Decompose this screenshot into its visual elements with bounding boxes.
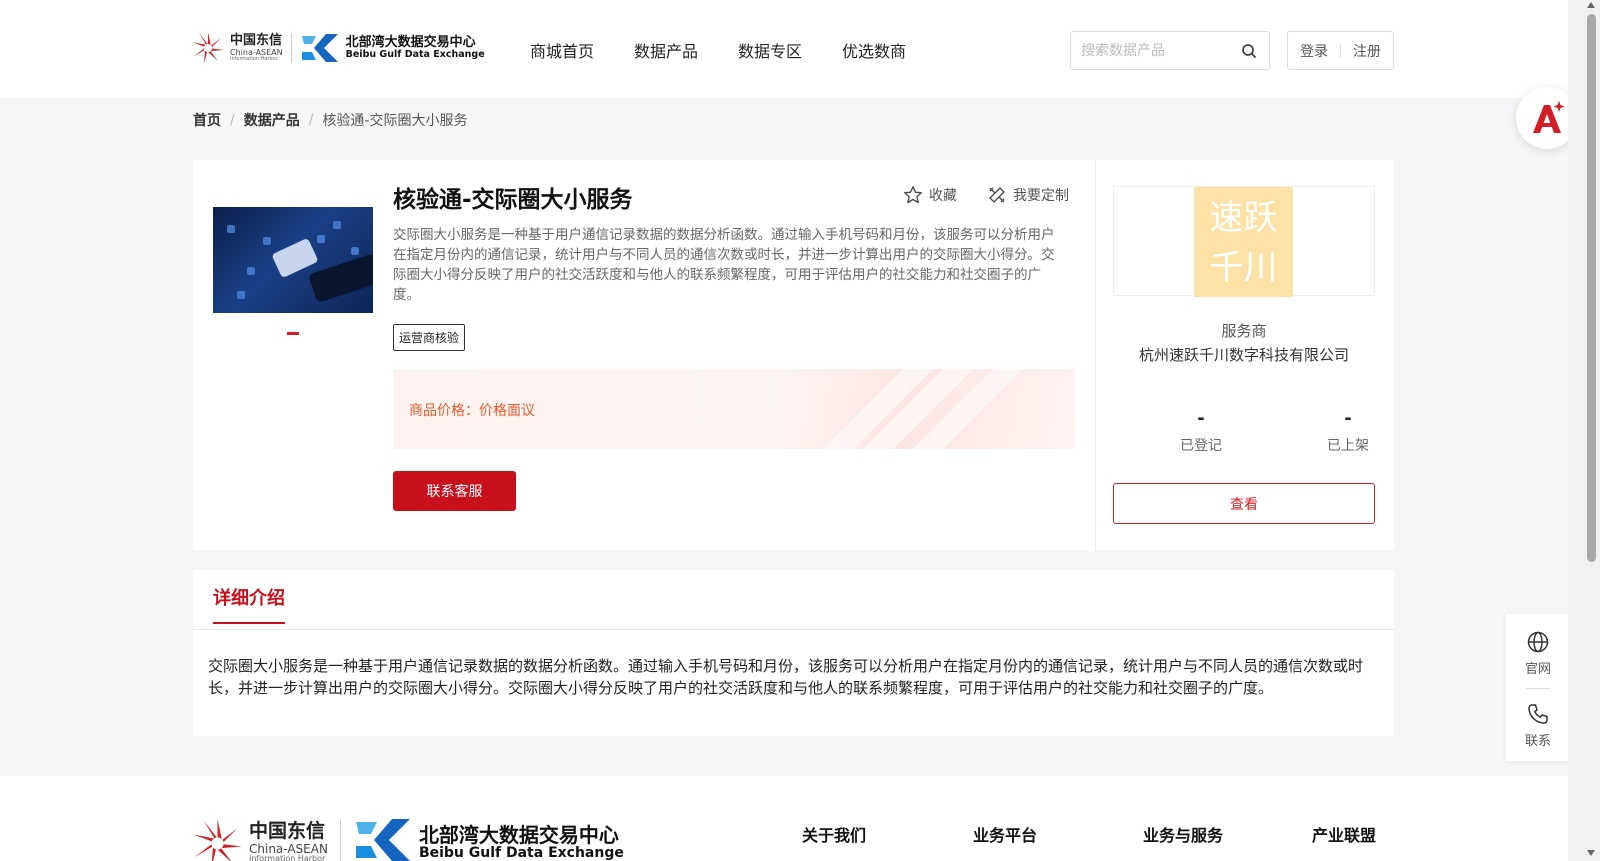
login-link[interactable]: 登录 [1300, 41, 1328, 61]
breadcrumb-home[interactable]: 首页 [193, 110, 221, 130]
scroll-up-arrow-icon[interactable] [1587, 2, 1595, 8]
tab-detail[interactable]: 详细介绍 [213, 584, 285, 624]
site-logo[interactable]: 中国东信 China-ASEAN Information Harbor 北部湾大… [190, 28, 490, 68]
beibu-gulf-logo-icon [300, 32, 340, 64]
breadcrumb-separator: / [230, 112, 235, 128]
customize-label: 我要定制 [1013, 188, 1069, 204]
ai-assistant-icon [1533, 101, 1565, 133]
register-link[interactable]: 注册 [1353, 41, 1381, 61]
favorite-button[interactable]: 收藏 [903, 185, 957, 205]
side-quick-panel: 官网 联系 [1506, 614, 1570, 761]
side-item-official-site[interactable]: 官网 [1506, 630, 1570, 677]
side-item-contact[interactable]: 联系 [1506, 702, 1570, 749]
price-value: 价格面议 [479, 403, 535, 419]
product-card: 核验通-交际圈大小服务 收藏 我要定制 交际圈大小服务是一种基于用户通信记录数据… [193, 160, 1394, 550]
side-divider [1526, 688, 1550, 689]
view-vendor-button[interactable]: 查看 [1113, 483, 1375, 524]
nav-item-preferred-vendors[interactable]: 优选数商 [842, 38, 906, 62]
star-icon [904, 186, 922, 204]
telecom-name-en2: Information Harbor [230, 56, 278, 62]
footer-telecom-name-en2: Information Harbor [249, 854, 326, 861]
breadcrumb: 首页 / 数据产品 / 核验通-交际圈大小服务 [193, 110, 468, 130]
product-image[interactable] [213, 207, 373, 313]
auth-buttons: 登录 注册 [1287, 31, 1394, 70]
vendor-logo[interactable]: 速跃 千川 [1194, 187, 1293, 297]
telecom-name-cn: 中国东信 [230, 33, 283, 48]
product-tag: 运营商核验 [393, 324, 466, 351]
breadcrumb-current: 核验通-交际圈大小服务 [322, 113, 468, 129]
scrollbar-thumb[interactable] [1587, 14, 1596, 562]
footer: 中国东信 China-ASEAN Information Harbor 北部湾大… [0, 776, 1568, 861]
scroll-down-arrow-icon[interactable] [1587, 850, 1595, 856]
china-telecom-logo-icon [190, 816, 245, 861]
nav-item-mall-home[interactable]: 商城首页 [530, 38, 594, 62]
image-carousel-indicator[interactable] [287, 332, 299, 335]
footer-link-alliance[interactable]: 产业联盟 [1312, 822, 1376, 846]
footer-link-about[interactable]: 关于我们 [802, 822, 866, 846]
vendor-logo-line2: 千川 [1209, 248, 1278, 288]
search-box [1070, 31, 1270, 70]
detail-divider [193, 629, 1394, 630]
favorite-label: 收藏 [929, 188, 957, 204]
side-official-site-label: 官网 [1524, 662, 1551, 677]
customize-button[interactable]: 我要定制 [987, 185, 1069, 205]
footer-exchange-name-cn: 北部湾大数据交易中心 [418, 823, 619, 847]
breadcrumb-category[interactable]: 数据产品 [244, 110, 300, 130]
logo-divider [290, 33, 292, 63]
stat-registered: - 已登记 [1151, 408, 1251, 455]
product-description: 交际圈大小服务是一种基于用户通信记录数据的数据分析函数。通过输入手机号码和月份，… [393, 227, 1055, 303]
stat-listed-label: 已上架 [1327, 438, 1369, 454]
stat-registered-value: - [1197, 408, 1205, 429]
detail-text: 交际圈大小服务是一种基于用户通信记录数据的数据分析函数。通过输入手机号码和月份，… [208, 657, 1364, 697]
nav-item-data-products[interactable]: 数据产品 [634, 38, 698, 62]
phone-icon [1528, 704, 1548, 724]
footer-logo[interactable]: 中国东信 China-ASEAN Information Harbor 北部湾大… [190, 816, 624, 861]
beibu-gulf-logo-icon [353, 816, 413, 861]
search-input[interactable] [1081, 41, 1231, 61]
footer-logo-divider [339, 820, 341, 861]
price-box: 商品价格：价格面议 [393, 369, 1075, 449]
search-icon[interactable] [1241, 43, 1257, 59]
nav-item-data-zone[interactable]: 数据专区 [738, 38, 802, 62]
price-label: 商品价格： [409, 403, 479, 419]
vendor-logo-line1: 速跃 [1209, 198, 1278, 238]
exchange-name-cn: 北部湾大数据交易中心 [345, 34, 476, 50]
footer-link-services[interactable]: 业务与服务 [1143, 822, 1223, 846]
exchange-name-en: Beibu Gulf Data Exchange [345, 48, 485, 60]
stat-listed: - 已上架 [1298, 408, 1398, 455]
footer-link-platform[interactable]: 业务平台 [973, 822, 1037, 846]
side-contact-label: 联系 [1524, 734, 1551, 749]
card-divider [1095, 160, 1096, 550]
vendor-name: 杭州速跃千川数字科技有限公司 [1138, 346, 1349, 364]
footer-exchange-name-en: Beibu Gulf Data Exchange [418, 845, 624, 861]
auth-divider [1340, 43, 1341, 58]
china-telecom-logo-icon [190, 30, 226, 66]
vendor-logo-frame: 速跃 千川 [1113, 186, 1375, 297]
main-nav: 商城首页 数据产品 数据专区 优选数商 [530, 38, 946, 62]
breadcrumb-separator: / [308, 112, 314, 128]
footer-telecom-name-cn: 中国东信 [249, 820, 326, 842]
stat-listed-value: - [1344, 408, 1352, 429]
product-title: 核验通-交际圈大小服务 [393, 187, 633, 213]
customize-tools-icon [989, 187, 1005, 203]
detail-section: 详细介绍 交际圈大小服务是一种基于用户通信记录数据的数据分析函数。通过输入手机号… [193, 570, 1394, 736]
top-header: 中国东信 China-ASEAN Information Harbor 北部湾大… [0, 0, 1568, 98]
globe-icon [1527, 631, 1549, 653]
page-scrollbar[interactable] [1568, 0, 1600, 861]
vendor-role: 服务商 [1221, 322, 1267, 340]
product-actions: 收藏 我要定制 [903, 185, 1099, 205]
contact-service-button[interactable]: 联系客服 [393, 471, 516, 511]
stat-registered-label: 已登记 [1180, 438, 1222, 454]
